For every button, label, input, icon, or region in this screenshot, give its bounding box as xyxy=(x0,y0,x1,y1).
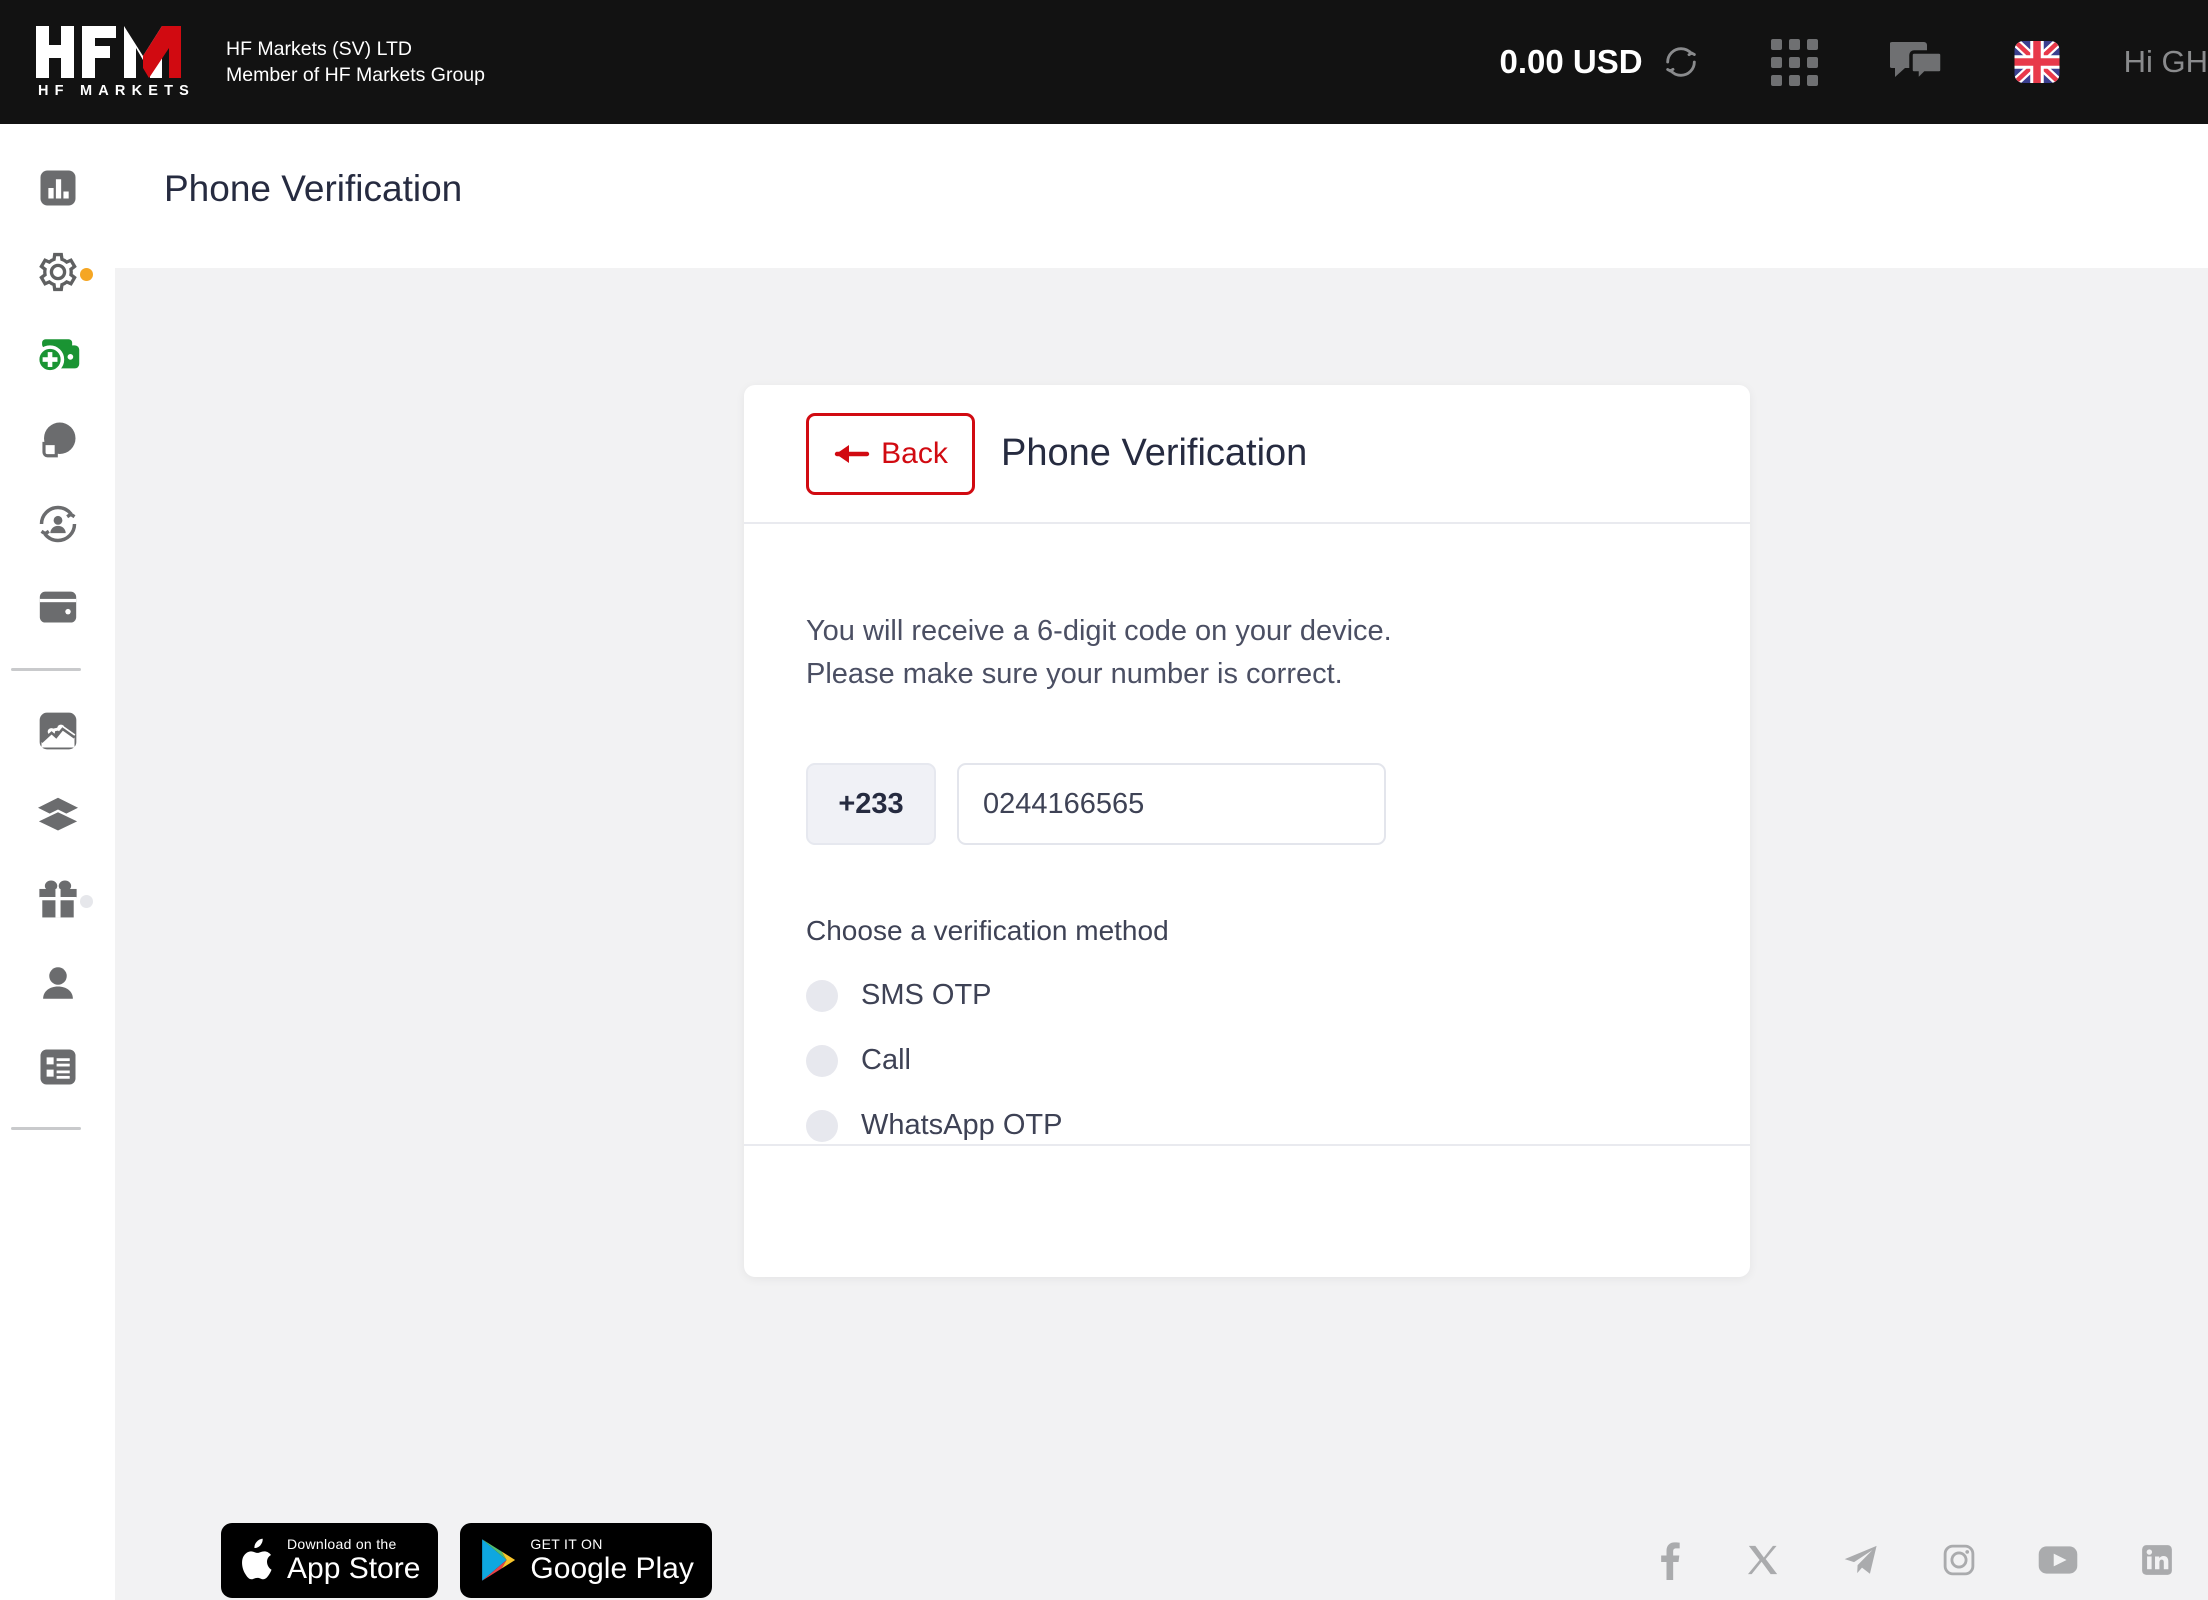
sidebar-item-analytics[interactable] xyxy=(0,689,115,773)
sidebar-badge-promotions xyxy=(80,895,93,908)
instagram-icon[interactable] xyxy=(1942,1543,1976,1577)
page-title-bar: Phone Verification xyxy=(115,124,2208,268)
sidebar-item-promotions[interactable] xyxy=(0,857,115,941)
radio-button-call[interactable] xyxy=(806,1044,838,1077)
main-content-area: Back Phone Verification You will receive… xyxy=(115,268,2208,1600)
facebook-icon[interactable] xyxy=(1654,1540,1684,1580)
account-balance: 0.00 USD xyxy=(1499,43,1643,80)
back-button-label: Back xyxy=(881,436,948,470)
phone-input-row: +233 xyxy=(806,763,1688,845)
sidebar-item-reports[interactable] xyxy=(0,1025,115,1109)
linkedin-icon[interactable] xyxy=(2140,1543,2174,1577)
uk-flag-icon[interactable] xyxy=(2014,41,2060,83)
app-store-button[interactable]: Download on the App Store xyxy=(221,1522,439,1598)
pie-chart-icon xyxy=(41,422,75,458)
wallet-plus-icon xyxy=(35,339,79,374)
telegram-icon[interactable] xyxy=(1842,1543,1880,1577)
sidebar-item-transfer[interactable] xyxy=(0,482,115,566)
gear-icon xyxy=(38,252,77,292)
radio-button-whatsapp-otp[interactable] xyxy=(806,1109,838,1142)
back-button[interactable]: Back xyxy=(806,412,975,495)
brand-company-line1: HF Markets (SV) LTD xyxy=(226,38,412,60)
brand-logo[interactable]: HF MARKETS HF Markets (SV) LTD Member of… xyxy=(36,25,485,99)
sidebar-item-profile[interactable] xyxy=(0,941,115,1025)
header-right-group: 0.00 USD Hi GH xyxy=(1500,0,2208,124)
apps-grid-icon[interactable] xyxy=(1770,38,1818,86)
page-title: Phone Verification xyxy=(164,168,463,209)
google-play-icon xyxy=(482,1539,516,1581)
sidebar-item-deposit[interactable] xyxy=(0,314,115,398)
youtube-icon[interactable] xyxy=(2038,1545,2078,1575)
card-body: You will receive a 6-digit code on your … xyxy=(744,524,1750,1144)
page-footer: Download on the App Store GET IT ON Goog… xyxy=(115,1520,2208,1600)
country-code-selector[interactable]: +233 xyxy=(806,763,936,845)
sidebar-item-platforms[interactable] xyxy=(0,773,115,857)
social-links xyxy=(1592,1540,2208,1580)
card-footer xyxy=(744,1144,1750,1277)
google-play-small-text: GET IT ON xyxy=(530,1535,603,1552)
wallet-icon xyxy=(39,591,76,623)
arrow-left-icon xyxy=(833,440,871,468)
brand-company-text: HF Markets (SV) LTD Member of HF Markets… xyxy=(226,36,485,88)
radio-label-sms-otp: SMS OTP xyxy=(861,979,992,1011)
radio-button-sms-otp[interactable] xyxy=(806,979,838,1012)
user-greeting[interactable]: Hi GH xyxy=(2124,44,2208,80)
sidebar-badge-settings xyxy=(80,268,93,281)
app-store-big-text: App Store xyxy=(287,1551,421,1585)
google-play-button[interactable]: GET IT ON Google Play xyxy=(460,1522,712,1598)
sidebar-item-settings[interactable] xyxy=(0,230,115,314)
google-play-big-text: Google Play xyxy=(530,1551,694,1585)
radio-option-sms-otp[interactable]: SMS OTP xyxy=(806,979,1688,1012)
person-icon xyxy=(42,967,73,999)
radio-option-whatsapp-otp[interactable]: WhatsApp OTP xyxy=(806,1109,1688,1142)
chat-bubbles-glyph xyxy=(1889,42,1942,85)
sidebar-divider-bottom xyxy=(11,1127,81,1130)
info-text-line1: You will receive a 6-digit code on your … xyxy=(806,615,1392,647)
phone-number-input[interactable] xyxy=(957,763,1386,845)
brand-company-line2: Member of HF Markets Group xyxy=(226,64,485,86)
app-store-text: Download on the App Store xyxy=(287,1537,420,1584)
radio-option-call[interactable]: Call xyxy=(806,1044,1688,1077)
sidebar-divider-top xyxy=(11,668,81,671)
top-header-bar: HF MARKETS HF Markets (SV) LTD Member of… xyxy=(0,0,2208,124)
card-header: Back Phone Verification xyxy=(744,385,1750,524)
app-store-small-text: Download on the xyxy=(287,1535,397,1552)
hfm-logo-icon xyxy=(36,25,181,78)
sidebar-item-wallet[interactable] xyxy=(0,566,115,650)
sidebar-item-dashboard[interactable] xyxy=(0,146,115,230)
layers-icon xyxy=(37,797,78,831)
hfm-logo-mark: HF MARKETS xyxy=(36,25,204,99)
info-text-line2: Please make sure your number is correct. xyxy=(806,658,1343,690)
verification-method-label: Choose a verification method xyxy=(806,915,1169,946)
app-store-badges: Download on the App Store GET IT ON Goog… xyxy=(221,1522,712,1598)
apple-icon xyxy=(242,1538,272,1580)
list-icon xyxy=(40,1049,75,1085)
card-title: Phone Verification xyxy=(1001,432,1308,474)
hfm-logo-subtext: HF MARKETS xyxy=(38,82,196,99)
radio-label-call: Call xyxy=(861,1044,911,1076)
analytics-chart-icon xyxy=(39,712,76,750)
google-play-text: GET IT ON Google Play xyxy=(530,1537,693,1584)
bar-chart-icon xyxy=(40,170,75,206)
chat-icon[interactable] xyxy=(1889,39,1942,85)
apps-grid-dots xyxy=(1770,38,1818,86)
radio-label-whatsapp-otp: WhatsApp OTP xyxy=(861,1109,1063,1141)
phone-verification-card: Back Phone Verification You will receive… xyxy=(744,385,1750,1277)
gift-icon xyxy=(38,880,77,918)
uk-flag-glyph xyxy=(2014,41,2060,83)
refresh-icon[interactable] xyxy=(1661,42,1701,82)
sidebar-nav xyxy=(0,124,115,1600)
x-twitter-icon[interactable] xyxy=(1746,1543,1780,1577)
sidebar-item-withdraw[interactable] xyxy=(0,398,115,482)
person-refresh-icon xyxy=(39,505,76,543)
